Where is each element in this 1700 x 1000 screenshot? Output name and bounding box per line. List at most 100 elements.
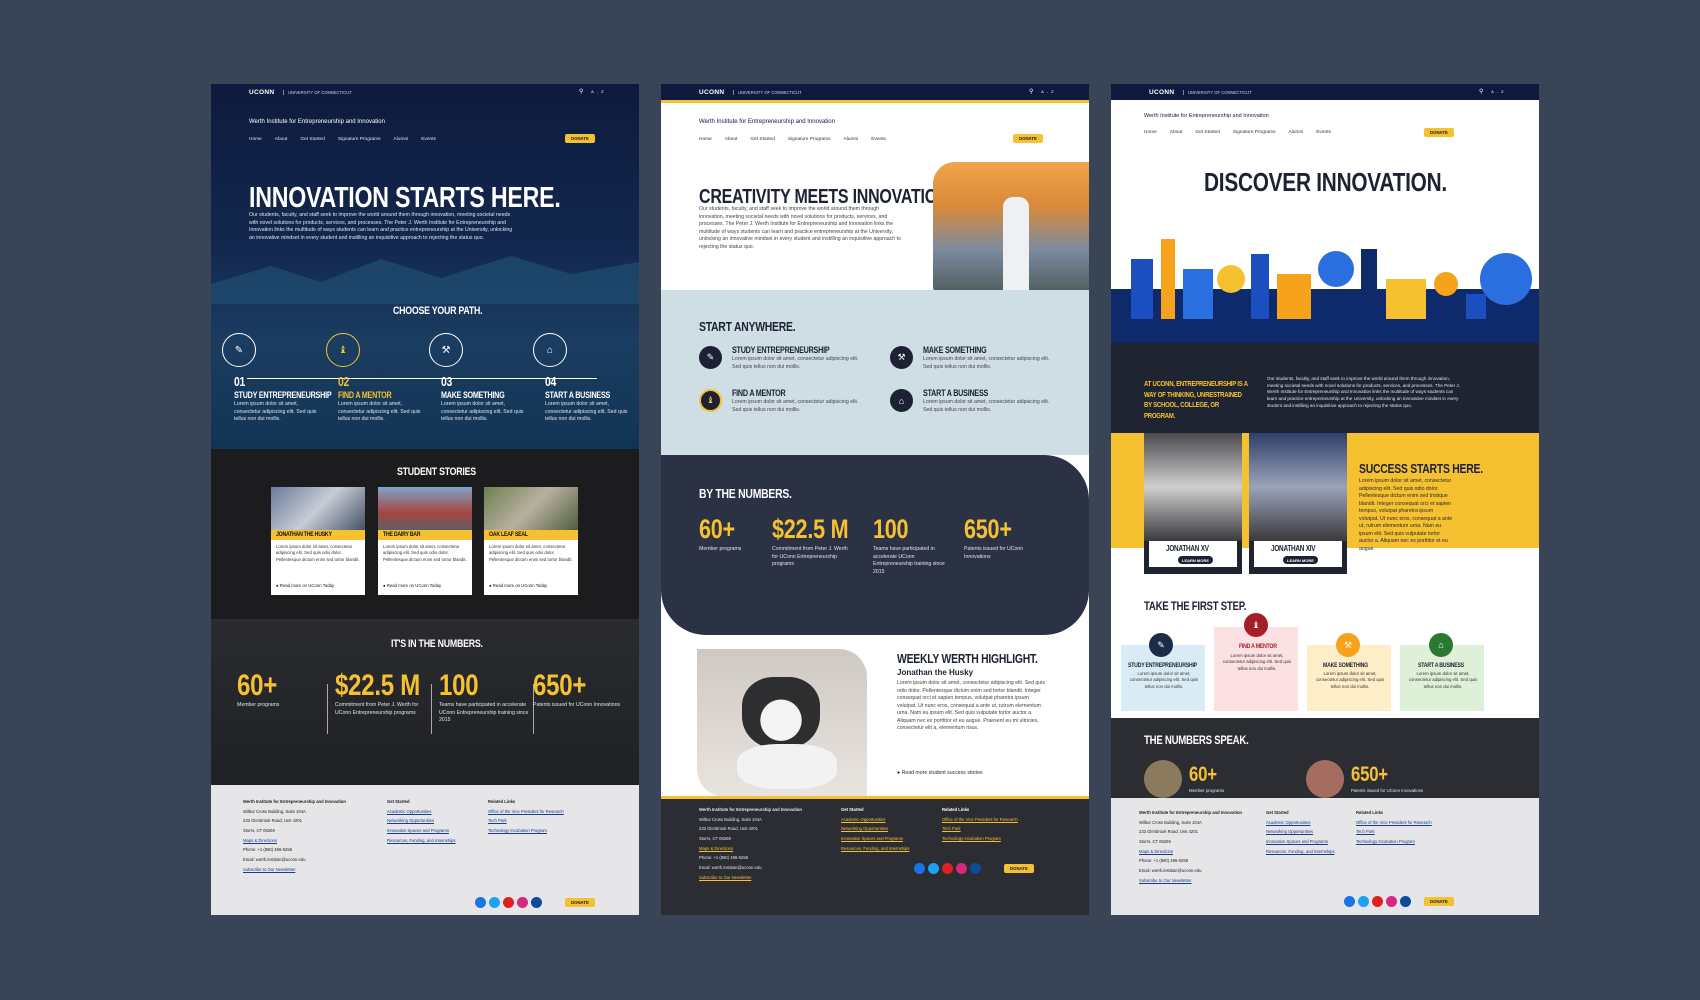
start-item-title-4[interactable]: START A BUSINESS	[923, 389, 988, 398]
facebook-icon[interactable]	[914, 863, 925, 874]
stat-value-4: 650+	[533, 669, 587, 702]
search-icon[interactable]: ⚲ A-Z	[1479, 88, 1507, 95]
instagram-icon[interactable]	[517, 897, 528, 908]
learn-more-button-1[interactable]: LEARN MORE	[1178, 556, 1213, 564]
step-title-1[interactable]: STUDY ENTREPRENEURSHIP	[1128, 662, 1197, 670]
start-item-title-1[interactable]: STUDY ENTREPRENEURSHIP	[732, 346, 830, 355]
nav-get-started[interactable]: Get Started	[300, 137, 325, 142]
youtube-icon[interactable]	[1372, 896, 1383, 907]
start-item-title-2[interactable]: FIND A MENTOR	[732, 389, 786, 398]
story-read-more-2[interactable]: ● Read more on UConn Today	[383, 583, 441, 589]
study-icon: ✎	[222, 333, 256, 367]
site-title[interactable]: Werth Institute for Entrepreneurship and…	[699, 119, 835, 125]
footer-donate-button[interactable]: DONATE	[565, 898, 595, 907]
business-icon: ⌂	[890, 389, 913, 412]
husky-name: Jonathan the Husky	[897, 668, 974, 677]
footer-get-started: Get Started Academic Opportunities Networ…	[387, 799, 456, 843]
step-title-2[interactable]: FIND A MENTOR	[1239, 643, 1277, 651]
maps-link[interactable]: Maps & Directions	[699, 844, 802, 854]
top-bar	[661, 84, 1089, 100]
path-title-2[interactable]: FIND A MENTOR	[338, 391, 392, 400]
footer-contact: Werth Institute for Entrepreneurship and…	[243, 797, 346, 874]
nav-get-started[interactable]: Get Started	[750, 137, 775, 142]
subscribe-link[interactable]: Subscribe to Our Newsletter	[699, 873, 802, 883]
uconn-logo[interactable]: UCONN	[1149, 89, 1174, 96]
main-nav: Home About Get Started Signature Programs Al…	[699, 137, 886, 142]
nav-about[interactable]: About	[1170, 130, 1183, 135]
nav-signature-programs[interactable]: Signature Programs	[788, 137, 831, 142]
footer-donate-button[interactable]: DONATE	[1424, 897, 1454, 906]
story-card-2[interactable]: THE DAIRY BAR Lorem ipsum dolor sit amet…	[378, 487, 472, 595]
site-title[interactable]: Werth Institute for Entrepreneurship and…	[249, 119, 385, 125]
stat-value-3: 100	[439, 669, 479, 702]
uconn-logo[interactable]: UCONN	[249, 89, 274, 96]
lead-text: AT UCONN, ENTREPRENEURSHIP IS A WAY OF T…	[1144, 379, 1248, 420]
facebook-icon[interactable]	[475, 897, 486, 908]
linkedin-icon[interactable]	[1400, 896, 1411, 907]
nav-home[interactable]: Home	[699, 137, 712, 142]
story-card-1[interactable]: JONATHAN THE HUSKY Lorem ipsum dolor sit…	[271, 487, 365, 595]
path-title-4[interactable]: START A BUSINESS	[545, 391, 610, 400]
youtube-icon[interactable]	[942, 863, 953, 874]
story-title-2: THE DAIRY BAR	[383, 531, 421, 538]
site-title[interactable]: Werth Institute for Entrepreneurship and…	[1144, 113, 1269, 119]
linkedin-icon[interactable]	[970, 863, 981, 874]
nav-events[interactable]: Events	[421, 137, 436, 142]
nav-home[interactable]: Home	[249, 137, 262, 142]
nav-alumni[interactable]: Alumni	[394, 137, 409, 142]
story-body-1: Lorem ipsum dolor sit amet, consectetur …	[276, 544, 360, 562]
donate-button[interactable]: DONATE	[1013, 134, 1043, 143]
nav-events[interactable]: Events	[871, 137, 886, 142]
success-body: Lorem ipsum dolor sit amet, consectetur …	[1359, 478, 1453, 552]
twitter-icon[interactable]	[928, 863, 939, 874]
nav-about[interactable]: About	[725, 137, 738, 142]
nav-alumni[interactable]: Alumni	[1289, 130, 1304, 135]
search-icon[interactable]: ⚲ A-Z	[579, 88, 607, 95]
nav-signature-programs[interactable]: Signature Programs	[1233, 130, 1276, 135]
uconn-logo[interactable]: UCONN	[699, 89, 724, 96]
nav-get-started[interactable]: Get Started	[1195, 130, 1220, 135]
husky-read-more[interactable]: ● Read more student success stories	[897, 770, 983, 778]
youtube-icon[interactable]	[503, 897, 514, 908]
step-title-3[interactable]: MAKE SOMETHING	[1323, 662, 1368, 670]
nav-alumni[interactable]: Alumni	[844, 137, 859, 142]
subscribe-link[interactable]: Subscribe to Our Newsletter	[1139, 876, 1242, 886]
search-icon[interactable]: ⚲ A-Z	[1029, 88, 1057, 95]
stories-title: STUDENT STORIES	[397, 466, 476, 478]
footer-related-links: Related Links Office of the Vice Preside…	[488, 799, 564, 833]
nav-signature-programs[interactable]: Signature Programs	[338, 137, 381, 142]
facebook-icon[interactable]	[1344, 896, 1355, 907]
nav-events[interactable]: Events	[1316, 130, 1331, 135]
stat-label-4: Patents issued for UConn Innovations	[964, 546, 1024, 560]
path-title-1[interactable]: STUDY ENTREPRENEURSHIP	[234, 391, 332, 400]
start-item-title-3[interactable]: MAKE SOMETHING	[923, 346, 987, 355]
learn-more-button-2[interactable]: LEARN MORE	[1283, 556, 1318, 564]
story-card-3[interactable]: OAK LEAF SEAL Lorem ipsum dolor sit amet…	[484, 487, 578, 595]
path-title-3[interactable]: MAKE SOMETHING	[441, 391, 505, 400]
main-nav: Home About Get Started Signature Programs Al…	[249, 137, 436, 142]
step-title-4[interactable]: START A BUSINESS	[1418, 662, 1464, 670]
story-body-2: Lorem ipsum dolor sit amet, consectetur …	[383, 544, 467, 562]
twitter-icon[interactable]	[489, 897, 500, 908]
nav-about[interactable]: About	[275, 137, 288, 142]
maps-link[interactable]: Maps & Directions	[243, 836, 346, 846]
hero-title: DISCOVER INNOVATION.	[1204, 167, 1447, 197]
story-body-3: Lorem ipsum dolor sit amet, consectetur …	[489, 544, 573, 562]
start-item-desc-3: Lorem ipsum dolor sit amet, consectetur …	[923, 356, 1050, 370]
twitter-icon[interactable]	[1358, 896, 1369, 907]
nav-home[interactable]: Home	[1144, 130, 1157, 135]
dog-card-1[interactable]: JONATHAN XV LEARN MORE	[1144, 433, 1242, 574]
story-read-more-1[interactable]: ● Read more on UConn Today	[276, 583, 334, 589]
subscribe-link[interactable]: Subscribe to Our Newsletter	[243, 865, 346, 875]
linkedin-icon[interactable]	[531, 897, 542, 908]
instagram-icon[interactable]	[1386, 896, 1397, 907]
footer-donate-button[interactable]: DONATE	[1004, 864, 1034, 873]
dog-card-2[interactable]: JONATHAN XIV LEARN MORE	[1249, 433, 1347, 574]
footer: Werth Institute for Entrepreneurship and…	[661, 799, 1089, 915]
stat-label-1: Member programs	[699, 546, 742, 552]
donate-button[interactable]: DONATE	[565, 134, 595, 143]
instagram-icon[interactable]	[956, 863, 967, 874]
maps-link[interactable]: Maps & Directions	[1139, 847, 1242, 857]
story-read-more-3[interactable]: ● Read more on UConn Today	[489, 583, 547, 589]
donate-button[interactable]: DONATE	[1424, 128, 1454, 137]
